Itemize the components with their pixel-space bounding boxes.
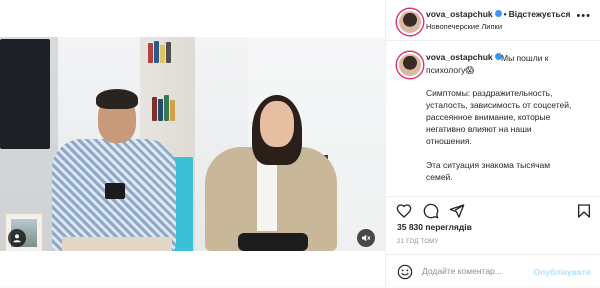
action-bar bbox=[386, 196, 600, 223]
post-timestamp[interactable]: 21 ГОД ТОМУ bbox=[397, 239, 439, 245]
follow-button[interactable]: Відстежується bbox=[509, 9, 571, 19]
woman-shirt bbox=[257, 161, 277, 231]
comment-bubble-icon[interactable] bbox=[423, 203, 439, 219]
separator-dot: • bbox=[503, 9, 507, 19]
post-details-pane: vova_ostapchuk • Відстежується Новопечерск… bbox=[385, 0, 600, 287]
publish-button[interactable]: Опублікувати bbox=[534, 267, 591, 277]
smiley-icon[interactable] bbox=[397, 264, 413, 280]
view-count[interactable]: 35 830 переглядів bbox=[397, 222, 472, 232]
caption-username-row: vova_ostapchuk bbox=[426, 52, 502, 62]
caption-paragraph-2: Эта ситуация знакома тысячам семей. bbox=[426, 160, 551, 182]
paper-plane-icon[interactable] bbox=[449, 203, 465, 219]
heart-icon[interactable] bbox=[396, 203, 412, 219]
location-link[interactable]: Новопечерские Липки bbox=[426, 22, 502, 31]
scene-tv bbox=[0, 39, 50, 149]
verified-badge-icon bbox=[494, 53, 502, 61]
speaker-muted-icon[interactable] bbox=[357, 229, 375, 247]
more-options-icon[interactable]: ••• bbox=[576, 10, 591, 22]
avatar[interactable] bbox=[397, 9, 423, 35]
header-username[interactable]: vova_ostapchuk bbox=[426, 9, 493, 19]
man-legs bbox=[62, 237, 172, 251]
comment-input[interactable] bbox=[422, 263, 532, 279]
post-video[interactable] bbox=[0, 37, 385, 251]
user-tag-icon[interactable] bbox=[8, 229, 26, 247]
bookmark-icon[interactable] bbox=[576, 203, 592, 219]
caption-paragraph-1: Симптомы: раздражительность, усталость, … bbox=[426, 88, 572, 146]
comment-bar: Опублікувати bbox=[386, 254, 600, 288]
caption-text: Мы пошли к психологу😱 Симптомы: раздражи… bbox=[426, 52, 576, 183]
header-username-row: vova_ostapchuk • Відстежується bbox=[426, 9, 570, 19]
man-hair bbox=[96, 89, 138, 109]
phone bbox=[105, 183, 125, 199]
avatar[interactable] bbox=[397, 52, 423, 78]
caption-username[interactable]: vova_ostapchuk bbox=[426, 52, 493, 62]
woman-head bbox=[260, 101, 294, 147]
woman-legs bbox=[238, 233, 308, 251]
instagram-post: vova_ostapchuk • Відстежується Новопечерск… bbox=[0, 0, 600, 287]
verified-badge-icon bbox=[494, 10, 502, 18]
post-header: vova_ostapchuk • Відстежується Новопечерск… bbox=[386, 0, 600, 41]
